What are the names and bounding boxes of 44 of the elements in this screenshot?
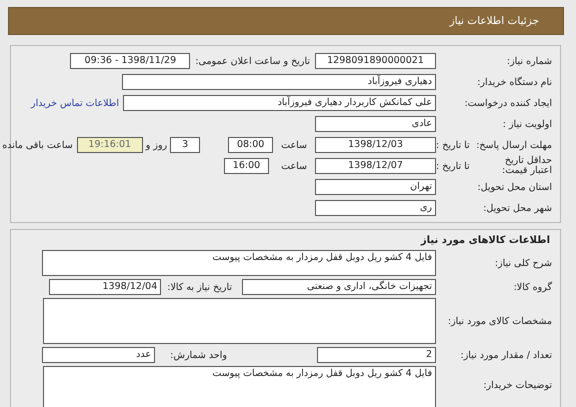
goods-group-field: تجهیزات خانگی، اداری و صنعتی	[242, 279, 436, 295]
validity-time-field: 16:00	[224, 158, 269, 174]
field-label: تاریخ و ساعت اعلان عمومی:	[195, 56, 310, 66]
contact-link[interactable]: اطلاعات تماس خریدار	[30, 98, 119, 108]
field-label: واحد شمارش:	[169, 350, 227, 360]
need-number-field: 1298091890000021	[315, 53, 436, 69]
field-label: اولویت نیاز :	[502, 118, 552, 130]
field-label: ساعت	[281, 140, 307, 150]
field-label: ایجاد کننده درخواست:	[464, 98, 552, 108]
field-label: شرح کلی نیاز:	[494, 258, 552, 268]
remaining-time-field: 19:16:01	[76, 137, 143, 153]
city-field: ری	[315, 200, 436, 216]
quantity-field: 2	[317, 347, 436, 363]
field-label: نام دستگاه خریدار:	[477, 76, 552, 88]
field-label: استان محل تحویل:	[477, 182, 552, 192]
buyer-field: دهیاری فیروزآباد	[122, 74, 436, 90]
creator-field: علی کمانکش کاربردار دهیاری فیروزآباد	[123, 95, 436, 111]
notes-field: فایل 4 کشو ریل دوبل قفل رمزدار به مشخصات پیوست	[43, 366, 436, 407]
days-field: 3	[170, 137, 200, 153]
field-label: ساعت	[280, 160, 307, 172]
field-label: روز و	[146, 140, 168, 150]
priority-field: عادی	[315, 116, 436, 132]
field-label: تا تاریخ :	[436, 160, 470, 172]
announce-date-field: 1398/11/29 - 09:36	[70, 53, 190, 69]
field-label: مهلت ارسال پاسخ:	[476, 140, 552, 150]
deadline-date-field: 1398/12/03	[315, 137, 436, 153]
field-label: تاریخ نیاز به کالا:	[167, 282, 232, 292]
field-label: حداقل تاریخ اعتبار قیمت:	[501, 156, 552, 176]
field-label: شماره نیاز:	[506, 56, 552, 66]
unit-field: عدد	[42, 347, 155, 363]
field-label: تا تاریخ :	[436, 140, 470, 150]
field-label: توضیحات خریدار:	[483, 380, 552, 391]
section-title: اطلاعات کالاهای مورد نیاز	[420, 234, 551, 248]
need-date-field: 1398/12/04	[49, 279, 162, 295]
deadline-time-field: 08:00	[228, 137, 274, 153]
field-label: تعداد / مقدار مورد نیاز:	[460, 350, 552, 360]
summary-field: فایل 4 کشو ریل دوبل قفل رمزدار به مشخصات پیوست	[42, 250, 436, 276]
validity-date-field: 1398/12/07	[315, 158, 436, 174]
header-title: جزئیات اطلاعات نیاز	[450, 15, 539, 27]
field-label: گروه کالا:	[514, 282, 552, 292]
field-label: شهر محل تحویل:	[483, 202, 552, 214]
field-label: مشخصات کالای مورد نیاز:	[448, 316, 552, 326]
field-label: ساعت باقی مانده	[2, 140, 73, 150]
province-field: تهران	[315, 179, 436, 195]
